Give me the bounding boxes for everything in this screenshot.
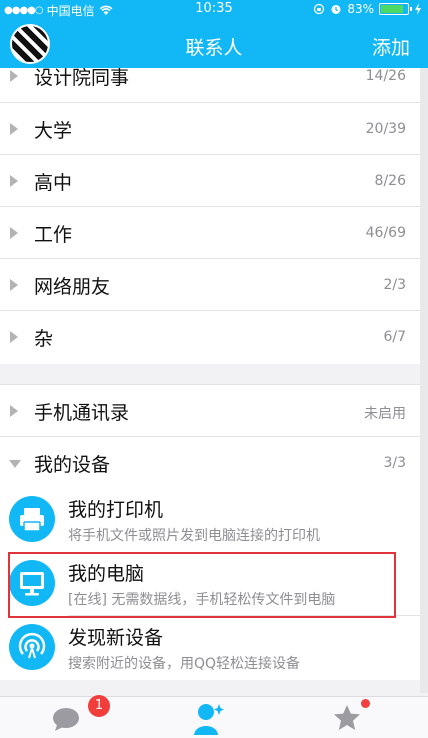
- group-name: 设计院同事: [34, 68, 130, 89]
- scrollbar-track[interactable]: [420, 68, 428, 693]
- group-count: 14/26: [365, 68, 406, 84]
- orientation-lock-icon: [314, 3, 325, 15]
- tab-contacts[interactable]: [164, 697, 264, 738]
- status-bar: ●●●●○ 中国电信 10:35 83%: [0, 0, 428, 18]
- group-row-online-friends[interactable]: 网络朋友 2/3: [0, 259, 420, 311]
- star-icon: [334, 705, 360, 730]
- printer-icon: [9, 496, 55, 542]
- group-count: 2/3: [383, 277, 406, 293]
- expand-arrow-icon: [10, 123, 18, 135]
- page-title: 联系人: [185, 37, 243, 59]
- group-name: 我的设备: [34, 454, 111, 476]
- contacts-person-icon: [194, 704, 224, 735]
- device-name: 发现新设备: [68, 627, 164, 649]
- group-row-design-institute[interactable]: 设计院同事 14/26: [0, 68, 420, 102]
- chat-bubble-icon: [53, 708, 79, 731]
- group-row-work[interactable]: 工作 46/69: [0, 207, 420, 259]
- expand-arrow-icon: [10, 70, 18, 82]
- group-count: 8/26: [374, 173, 406, 189]
- device-row-printer[interactable]: 我的打印机 将手机文件或照片发到电脑连接的打印机: [0, 489, 420, 551]
- section-gap: [0, 680, 420, 693]
- device-description: 搜索附近的设备，用QQ轻松连接设备: [68, 656, 301, 672]
- group-row-university[interactable]: 大学 20/39: [0, 103, 420, 155]
- alarm-icon: [331, 5, 341, 14]
- messages-badge: 1: [88, 695, 110, 717]
- tab-bar: 1: [0, 695, 428, 738]
- expand-arrow-icon: [10, 405, 18, 417]
- device-row-discover[interactable]: 发现新设备 搜索附近的设备，用QQ轻松连接设备: [0, 617, 420, 679]
- collapse-arrow-icon: [9, 460, 21, 468]
- add-contact-button[interactable]: 添加: [372, 33, 410, 60]
- tab-discover[interactable]: [300, 697, 400, 738]
- expand-arrow-icon: [10, 331, 18, 343]
- device-description: 将手机文件或照片发到电脑连接的打印机: [68, 528, 320, 544]
- group-count: 3/3: [383, 455, 406, 471]
- discover-notification-dot: [361, 699, 370, 708]
- group-row-misc[interactable]: 杂 6/7: [0, 311, 420, 363]
- battery-icon: [379, 3, 412, 15]
- group-name: 高中: [34, 172, 73, 194]
- my-devices-row[interactable]: 我的设备 3/3: [0, 437, 420, 489]
- group-name: 杂: [34, 328, 54, 350]
- expand-arrow-icon: [10, 227, 18, 239]
- device-name: 我的打印机: [68, 499, 164, 521]
- group-name: 工作: [34, 224, 73, 246]
- charging-bolt-icon: [415, 3, 421, 15]
- group-row-high-school[interactable]: 高中 8/26: [0, 155, 420, 207]
- header-bar: ●●●●○ 中国电信 10:35 83% 联系人 添加: [0, 0, 428, 68]
- group-count: 46/69: [365, 225, 406, 241]
- expand-arrow-icon: [10, 175, 18, 187]
- battery-percent: 83%: [347, 2, 374, 16]
- group-name: 大学: [34, 120, 73, 142]
- radar-icon: [9, 624, 55, 670]
- group-count: 20/39: [365, 121, 406, 137]
- phone-contacts-row[interactable]: 手机通讯录 未启用: [0, 385, 420, 437]
- tab-messages[interactable]: 1: [16, 695, 116, 738]
- phone-contacts-status: 未启用: [364, 406, 406, 422]
- highlight-box: [8, 552, 396, 618]
- expand-arrow-icon: [10, 279, 18, 291]
- group-name: 网络朋友: [34, 276, 111, 298]
- section-gap: [0, 364, 420, 384]
- group-name: 手机通讯录: [34, 402, 130, 424]
- group-count: 6/7: [383, 329, 406, 345]
